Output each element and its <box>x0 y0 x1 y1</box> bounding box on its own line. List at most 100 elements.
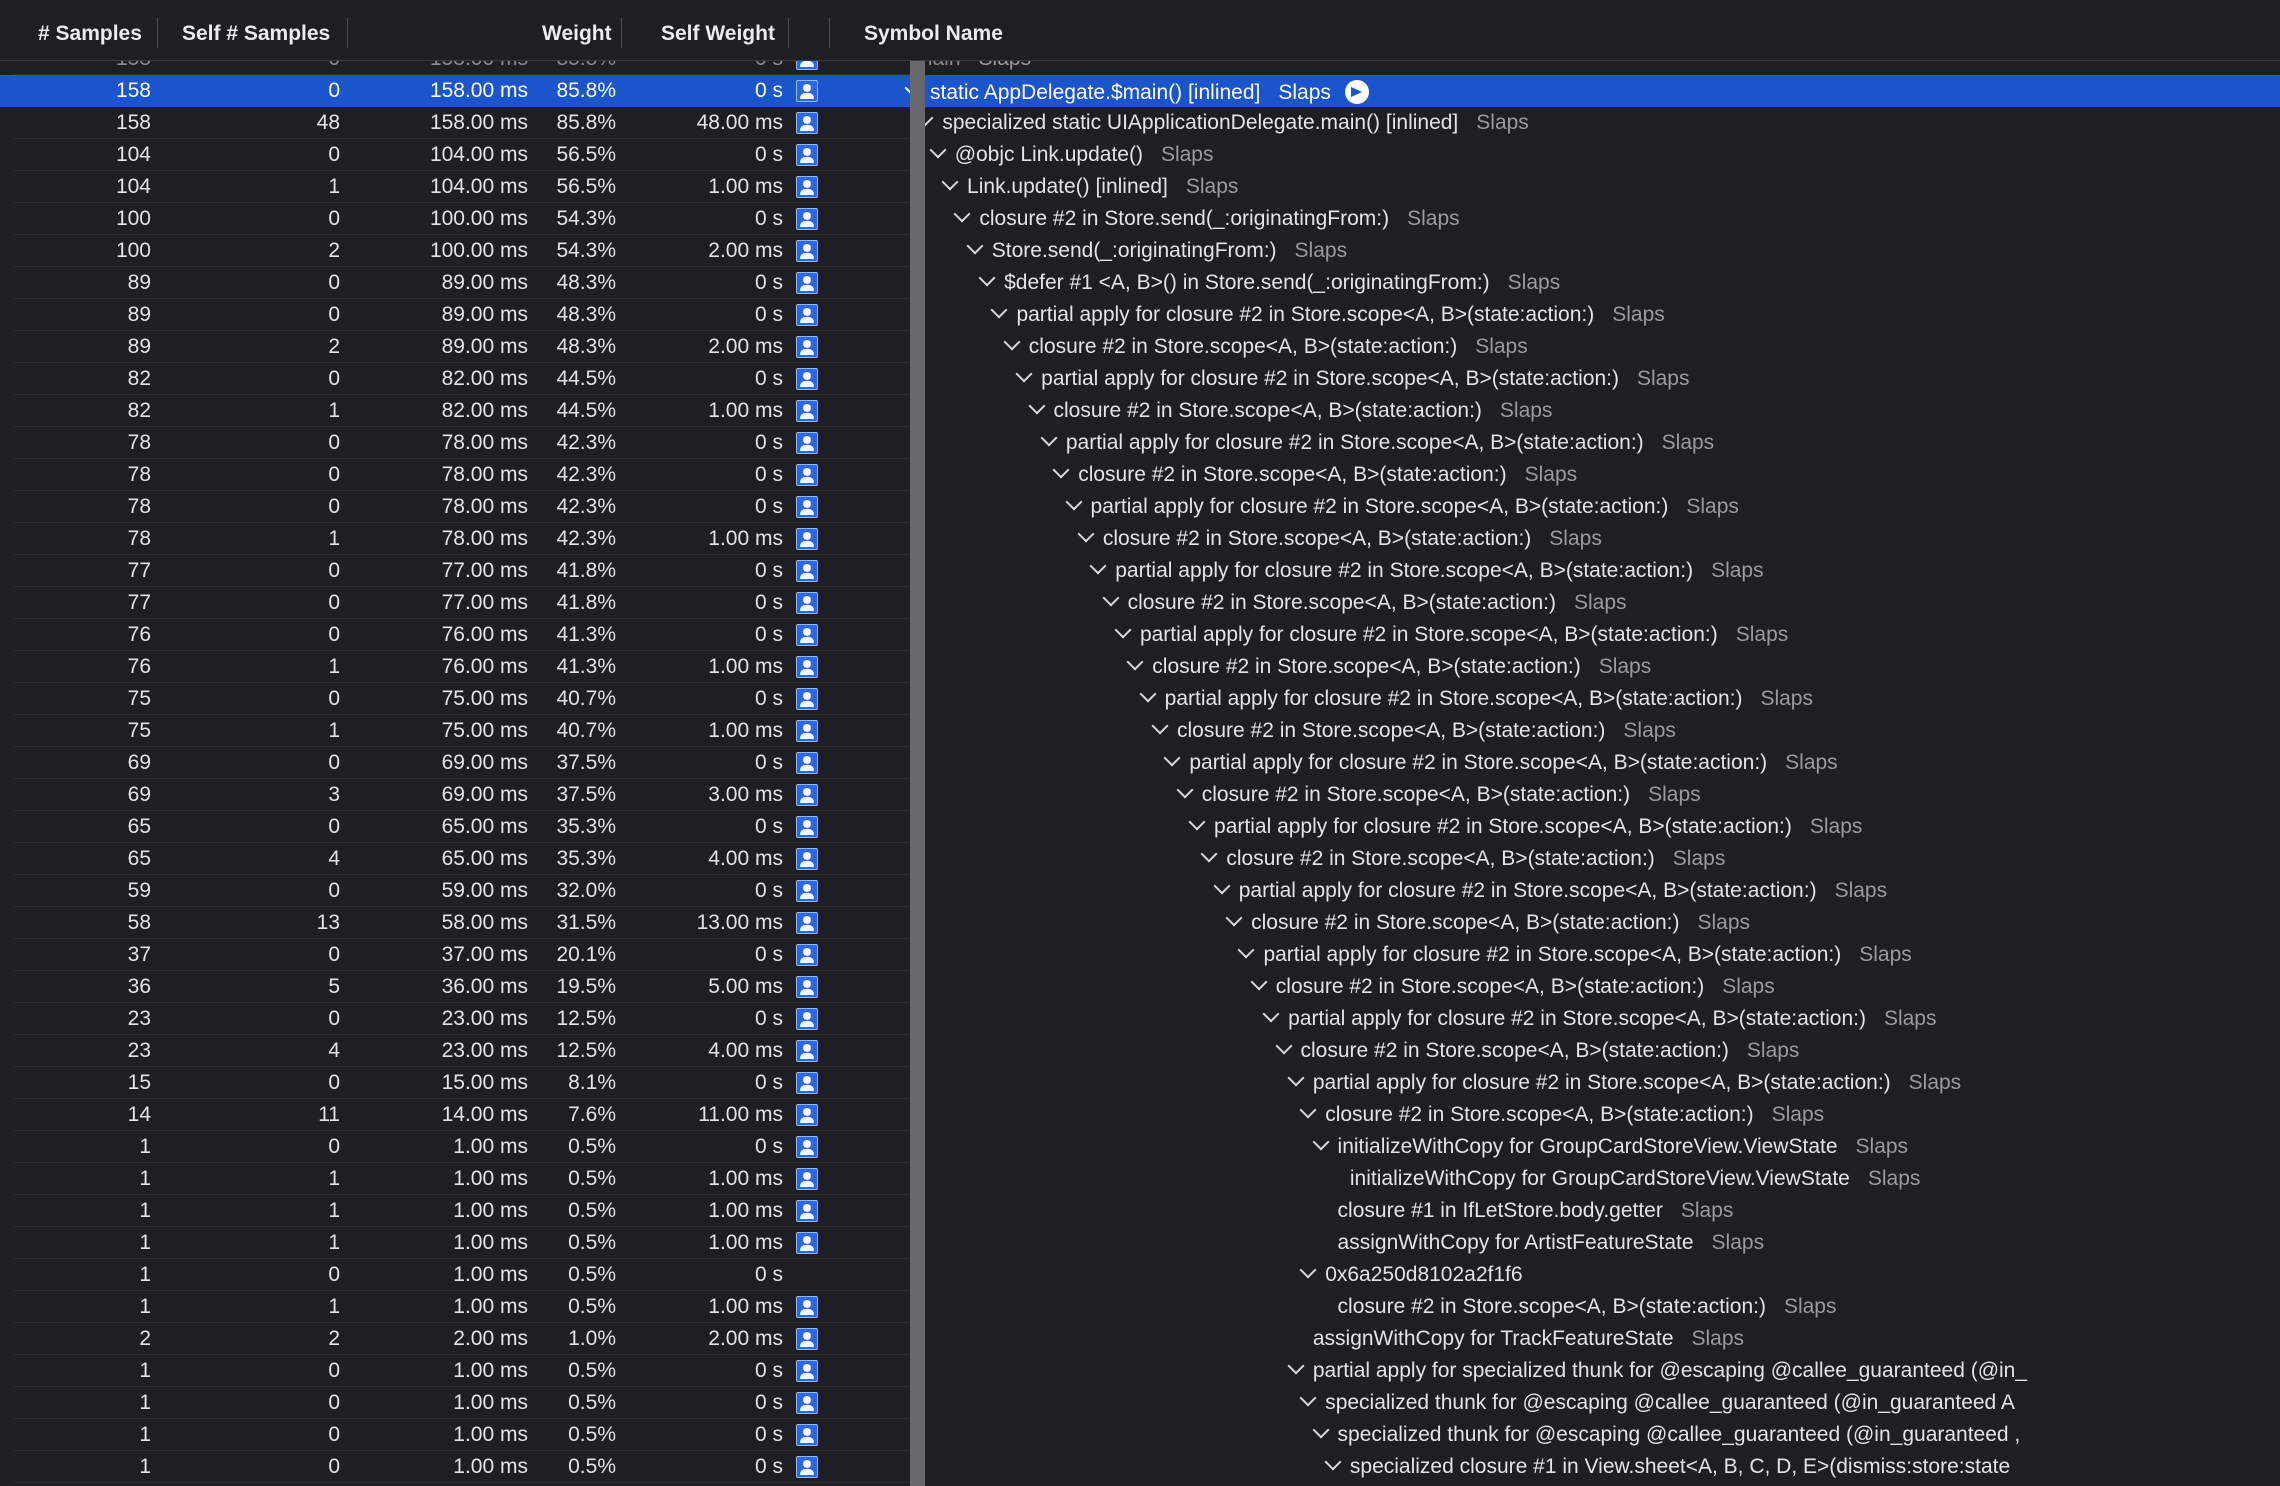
disclosure-chevron-down-icon[interactable] <box>1188 813 1206 831</box>
disclosure-chevron-down-icon[interactable] <box>978 269 996 287</box>
disclosure-chevron-down-icon[interactable] <box>1237 941 1255 959</box>
table-row[interactable]: 100 2 100.00 ms 54.3% 2.00 ms Store.send(_:or… <box>0 235 2280 267</box>
disclosure-chevron-down-icon[interactable] <box>1299 1101 1317 1119</box>
table-row[interactable]: 1 1 1.00 ms 0.5% 1.00 ms closure #2 in Store.… <box>0 1291 2280 1323</box>
table-row[interactable]: 1 1 1.00 ms 0.5% 1.00 ms closure #1 in IfLetS… <box>0 1195 2280 1227</box>
table-row[interactable]: 65 0 65.00 ms 35.3% 0 s partial apply for clo… <box>0 811 2280 843</box>
table-row[interactable]: 78 0 78.00 ms 42.3% 0 s closure #2 in Store.s… <box>0 459 2280 491</box>
disclosure-chevron-down-icon[interactable] <box>1114 621 1132 639</box>
table-row[interactable]: 37 0 37.00 ms 20.1% 0 s partial apply for clo… <box>0 939 2280 971</box>
column-divider[interactable] <box>621 18 622 48</box>
disclosure-chevron-down-icon[interactable] <box>1126 653 1144 671</box>
table-row[interactable]: 15 0 15.00 ms 8.1% 0 s partial apply for clos… <box>0 1067 2280 1099</box>
table-row[interactable]: 23 0 23.00 ms 12.5% 0 s partial apply for clo… <box>0 1003 2280 1035</box>
table-row[interactable]: 82 0 82.00 ms 44.5% 0 s partial apply for clo… <box>0 363 2280 395</box>
table-row[interactable]: 69 3 69.00 ms 37.5% 3.00 ms closure #2 in Sto… <box>0 779 2280 811</box>
table-row[interactable]: 36 5 36.00 ms 19.5% 5.00 ms closure #2 in Sto… <box>0 971 2280 1003</box>
col-header-symbol-name[interactable]: Symbol Name <box>864 0 1003 60</box>
table-row[interactable]: 14 11 14.00 ms 7.6% 11.00 ms closure #2 in St… <box>0 1099 2280 1131</box>
disclosure-chevron-down-icon[interactable] <box>1312 1421 1330 1439</box>
disclosure-chevron-down-icon[interactable] <box>1299 1261 1317 1279</box>
table-row[interactable]: 75 1 75.00 ms 40.7% 1.00 ms closure #2 in Sto… <box>0 715 2280 747</box>
table-row[interactable]: 89 2 89.00 ms 48.3% 2.00 ms closure #2 in Sto… <box>0 331 2280 363</box>
disclosure-chevron-down-icon[interactable] <box>1275 1037 1292 1055</box>
table-row[interactable]: 1 0 1.00 ms 0.5% 0 s initializeWithCopy for G… <box>0 1131 2280 1163</box>
table-row[interactable]: 104 0 104.00 ms 56.5% 0 s @objc Link.update()… <box>0 139 2280 171</box>
table-row-partial[interactable]: 158 0 158.00 ms 85.8% 0 s mainSlaps <box>0 61 2280 75</box>
go-to-source-arrow-icon[interactable] <box>1344 80 1369 104</box>
disclosure-chevron-down-icon[interactable] <box>1077 525 1095 543</box>
table-row[interactable]: 1 0 1.00 ms 0.5% 0 s 0x6a250d8102a2f1f6 <box>0 1259 2280 1291</box>
symbol-cell: closure #2 in Store.scope<A, B>(state:ac… <box>1176 779 1701 811</box>
table-row[interactable]: 89 0 89.00 ms 48.3% 0 s partial apply for clo… <box>0 299 2280 331</box>
table-row[interactable]: 23 4 23.00 ms 12.5% 4.00 ms closure #2 in Sto… <box>0 1035 2280 1067</box>
table-row[interactable]: 158 48 158.00 ms 85.8% 48.00 ms specialized s… <box>0 107 2280 139</box>
self-samples-cell: 0 <box>328 943 340 966</box>
disclosure-chevron-down-icon[interactable] <box>1015 365 1033 383</box>
disclosure-chevron-down-icon[interactable] <box>1065 493 1083 511</box>
disclosure-chevron-down-icon[interactable] <box>1262 1005 1280 1023</box>
disclosure-chevron-down-icon[interactable] <box>1213 877 1231 895</box>
disclosure-chevron-down-icon[interactable] <box>1089 557 1107 575</box>
table-row-selected[interactable]: 158 0 158.00 ms 85.8% 0 s static AppDelegate.… <box>0 75 2280 107</box>
disclosure-chevron-down-icon[interactable] <box>1176 781 1194 799</box>
disclosure-chevron-down-icon[interactable] <box>1200 845 1218 863</box>
table-row[interactable]: 75 0 75.00 ms 40.7% 0 s partial apply for clo… <box>0 683 2280 715</box>
symbol-cell: partial apply for closure #2 in Store.sc… <box>1237 939 1912 971</box>
column-divider[interactable] <box>788 18 789 48</box>
disclosure-chevron-down-icon[interactable] <box>1003 333 1021 351</box>
self-samples-cell: 1 <box>328 1231 340 1254</box>
disclosure-chevron-down-icon[interactable] <box>1163 749 1181 767</box>
table-row[interactable]: 104 1 104.00 ms 56.5% 1.00 ms Link.update() [… <box>0 171 2280 203</box>
disclosure-chevron-down-icon[interactable] <box>1287 1357 1305 1375</box>
table-row[interactable]: 1 0 1.00 ms 0.5% 0 s specialized closure #1 i… <box>0 1451 2280 1483</box>
table-row[interactable]: 1 0 1.00 ms 0.5% 0 s specialized thunk for @e… <box>0 1419 2280 1451</box>
table-row[interactable]: 59 0 59.00 ms 32.0% 0 s partial apply for clo… <box>0 875 2280 907</box>
table-row[interactable]: 77 0 77.00 ms 41.8% 0 s partial apply for clo… <box>0 555 2280 587</box>
column-divider[interactable] <box>347 18 348 48</box>
disclosure-chevron-down-icon[interactable] <box>1324 1453 1342 1471</box>
table-row[interactable]: 69 0 69.00 ms 37.5% 0 s partial apply for clo… <box>0 747 2280 779</box>
table-row[interactable]: 58 13 58.00 ms 31.5% 13.00 ms closure #2 in S… <box>0 907 2280 939</box>
disclosure-chevron-down-icon[interactable] <box>941 173 959 191</box>
column-divider[interactable] <box>157 18 158 48</box>
disclosure-chevron-down-icon[interactable] <box>1287 1069 1305 1087</box>
table-row[interactable]: 100 0 100.00 ms 54.3% 0 s closure #2 in Store… <box>0 203 2280 235</box>
table-row[interactable]: 77 0 77.00 ms 41.8% 0 s closure #2 in Store.s… <box>0 587 2280 619</box>
disclosure-chevron-down-icon[interactable] <box>929 141 947 159</box>
disclosure-chevron-down-icon[interactable] <box>1139 685 1157 703</box>
column-divider[interactable] <box>829 18 830 48</box>
table-row[interactable]: 78 1 78.00 ms 42.3% 1.00 ms closure #2 in Sto… <box>0 523 2280 555</box>
disclosure-chevron-down-icon[interactable] <box>1052 461 1070 479</box>
table-row[interactable]: 1 0 1.00 ms 0.5% 0 s partial apply for specia… <box>0 1355 2280 1387</box>
disclosure-chevron-down-icon[interactable] <box>1225 909 1243 927</box>
self-samples-cell: 0 <box>328 1359 340 1382</box>
table-row[interactable]: 76 0 76.00 ms 41.3% 0 s partial apply for clo… <box>0 619 2280 651</box>
table-row[interactable]: 1 0 1.00 ms 0.5% 0 s specialized thunk for @e… <box>0 1387 2280 1419</box>
table-row[interactable]: 89 0 89.00 ms 48.3% 0 s $defer #1 <A, B>() in… <box>0 267 2280 299</box>
col-header-self-weight[interactable]: Self Weight <box>661 0 775 60</box>
table-row[interactable]: 78 0 78.00 ms 42.3% 0 s partial apply for clo… <box>0 491 2280 523</box>
table-row[interactable]: 82 1 82.00 ms 44.5% 1.00 ms closure #2 in Sto… <box>0 395 2280 427</box>
col-header-self-samples[interactable]: Self # Samples <box>182 0 330 60</box>
col-header-weight[interactable]: Weight <box>542 0 612 60</box>
weight-cell: 23.00 ms <box>441 1039 528 1062</box>
col-header-samples[interactable]: # Samples <box>38 0 142 60</box>
table-row[interactable]: 1 1 1.00 ms 0.5% 1.00 ms initializeWithCopy f… <box>0 1163 2280 1195</box>
table-row[interactable]: 65 4 65.00 ms 35.3% 4.00 ms closure #2 in Sto… <box>0 843 2280 875</box>
table-row[interactable]: 1 1 1.00 ms 0.5% 1.00 ms assignWithCopy for A… <box>0 1227 2280 1259</box>
disclosure-chevron-down-icon[interactable] <box>1299 1389 1317 1407</box>
disclosure-chevron-down-icon[interactable] <box>1151 717 1169 735</box>
table-row[interactable]: 76 1 76.00 ms 41.3% 1.00 ms closure #2 in Sto… <box>0 651 2280 683</box>
disclosure-chevron-down-icon[interactable] <box>1250 973 1268 991</box>
disclosure-chevron-down-icon[interactable] <box>966 237 984 255</box>
disclosure-chevron-down-icon[interactable] <box>1102 589 1120 607</box>
disclosure-chevron-down-icon[interactable] <box>953 205 971 223</box>
disclosure-chevron-down-icon[interactable] <box>1312 1133 1330 1151</box>
disclosure-chevron-down-icon[interactable] <box>1040 429 1058 447</box>
disclosure-chevron-down-icon[interactable] <box>990 301 1008 319</box>
table-row[interactable]: 78 0 78.00 ms 42.3% 0 s partial apply for clo… <box>0 427 2280 459</box>
disclosure-chevron-down-icon[interactable] <box>1028 397 1045 415</box>
table-row[interactable]: 2 2 2.00 ms 1.0% 2.00 ms assignWithCopy for T… <box>0 1323 2280 1355</box>
self-samples-cell: 48 <box>316 111 340 134</box>
